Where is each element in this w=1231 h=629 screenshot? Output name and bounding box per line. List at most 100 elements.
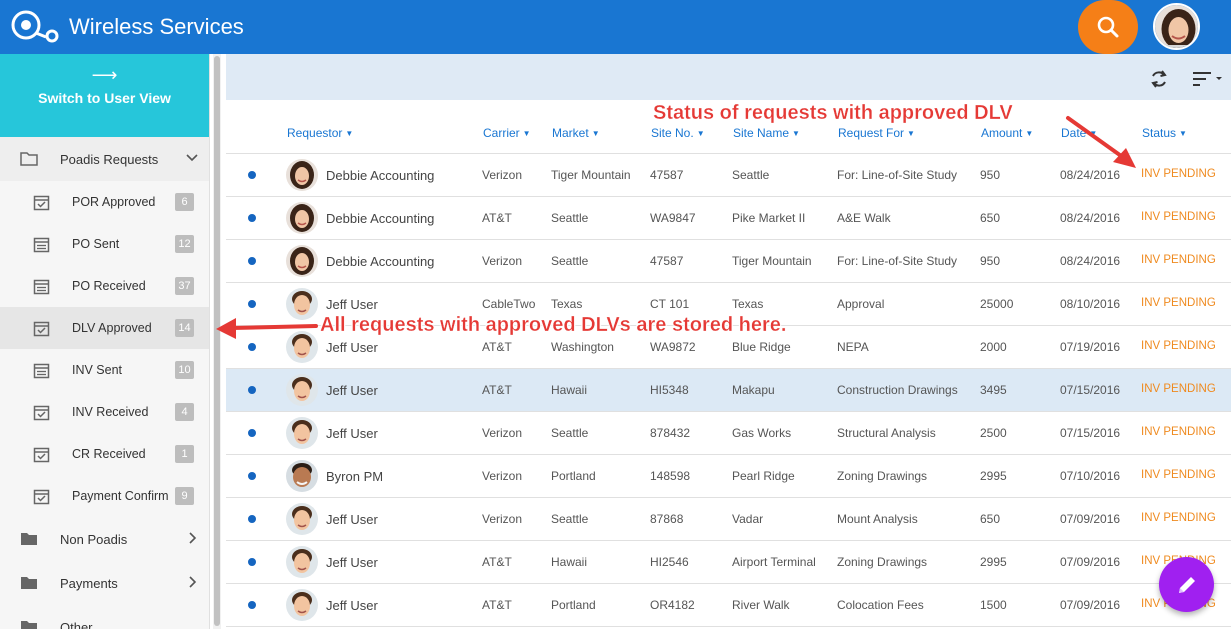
nav-group-payments[interactable]: Payments — [0, 561, 209, 605]
sidebar-item-por-approved[interactable]: POR Approved 6 — [0, 181, 209, 223]
requestor-name: Jeff User — [326, 512, 378, 527]
column-header-carrier[interactable]: Carrier ▼ — [483, 126, 531, 140]
sort-caret-icon: ▼ — [1089, 129, 1098, 138]
sidebar-item-inv-received[interactable]: INV Received 4 — [0, 391, 209, 433]
sidebar-item-payment-confirm[interactable]: Payment Confirm 9 — [0, 475, 209, 517]
nav-group-poadis-requests[interactable]: Poadis Requests — [0, 137, 209, 181]
requestor-name: Debbie Accounting — [326, 254, 435, 269]
compose-fab-button[interactable] — [1159, 557, 1214, 612]
nav-group-label: Payments — [60, 575, 118, 591]
female-avatar-icon — [1155, 5, 1198, 48]
column-header-site-no[interactable]: Site No. ▼ — [651, 126, 705, 140]
sort-icon[interactable] — [1191, 71, 1227, 87]
sidebar-item-cr-received[interactable]: CR Received 1 — [0, 433, 209, 475]
nav-group-other[interactable]: Other — [0, 605, 209, 629]
column-header-amount[interactable]: Amount ▼ — [981, 126, 1033, 140]
nav-group-non-poadis[interactable]: Non Poadis — [0, 517, 209, 561]
column-header-date[interactable]: Date ▼ — [1061, 126, 1097, 140]
requestor-avatar — [286, 589, 318, 621]
search-button[interactable] — [1078, 0, 1138, 54]
date-cell: 08/24/2016 — [1060, 254, 1121, 268]
table-row[interactable]: Jeff User Verizon Seattle 87868 Vadar Mo… — [226, 498, 1231, 541]
status-annotation-text: Status of requests with approved DLV — [653, 102, 1013, 124]
request-for-cell: For: Line-of-Site Study — [837, 168, 958, 182]
table-row[interactable]: Debbie Accounting Verizon Seattle 47587 … — [226, 240, 1231, 283]
column-header-market[interactable]: Market ▼ — [552, 126, 600, 140]
sort-caret-icon: ▼ — [696, 129, 705, 138]
site-name-cell: Blue Ridge — [732, 340, 791, 354]
dlv-annotation-text: All requests with approved DLVs are stor… — [320, 314, 787, 336]
scrollbar-thumb[interactable] — [214, 56, 220, 626]
unread-dot-icon — [248, 515, 256, 523]
site-name-cell: Seattle — [732, 168, 770, 182]
amount-cell: 2000 — [980, 340, 1007, 354]
status-badge: INV PENDING — [1141, 469, 1216, 481]
sidebar-item-po-received[interactable]: PO Received 37 — [0, 265, 209, 307]
header-label: Site No. — [651, 126, 694, 140]
table-row[interactable]: Jeff User Verizon Seattle 878432 Gas Wor… — [226, 412, 1231, 455]
sidebar: ⟶ Switch to User View Poadis Requests PO… — [0, 54, 210, 629]
request-for-cell: Approval — [837, 297, 885, 311]
male-avatar-icon — [286, 417, 318, 449]
request-for-cell: Structural Analysis — [837, 426, 936, 440]
column-header-requestor[interactable]: Requestor ▼ — [287, 126, 353, 140]
column-header-site-name[interactable]: Site Name ▼ — [733, 126, 800, 140]
status-badge: INV PENDING — [1141, 168, 1216, 180]
site-no-cell: 47587 — [650, 254, 684, 268]
market-cell: Texas — [551, 297, 583, 311]
list-toolbar — [226, 54, 1231, 100]
table-row[interactable]: Jeff User AT&T Portland OR4182 River Wal… — [226, 584, 1231, 627]
requestor-avatar — [286, 331, 318, 363]
table-row[interactable]: Jeff User AT&T Hawaii HI2546 Airport Ter… — [226, 541, 1231, 584]
chevron-right-icon — [189, 576, 197, 588]
sidebar-item-dlv-approved[interactable]: DLV Approved 14 — [0, 307, 209, 349]
app-logo-icon — [11, 10, 59, 43]
unread-dot-icon — [248, 257, 256, 265]
unread-dot-icon — [248, 300, 256, 308]
carrier-cell: AT&T — [482, 340, 512, 354]
header-label: Status — [1142, 126, 1177, 140]
table-row[interactable]: Byron PM Verizon Portland 148598 Pearl R… — [226, 455, 1231, 498]
requestor-avatar — [286, 202, 318, 234]
calendar-check-icon — [33, 447, 50, 462]
date-cell: 07/09/2016 — [1060, 512, 1121, 526]
requestor-name: Jeff User — [326, 426, 378, 441]
user-avatar[interactable] — [1153, 3, 1200, 50]
sidebar-scrollbar[interactable] — [213, 54, 221, 629]
date-cell: 08/24/2016 — [1060, 168, 1121, 182]
sidebar-item-label: PO Sent — [72, 237, 120, 251]
table-row[interactable]: Debbie Accounting AT&T Seattle WA9847 Pi… — [226, 197, 1231, 240]
sidebar-item-po-sent[interactable]: PO Sent 12 — [0, 223, 209, 265]
calendar-list-icon — [33, 363, 50, 378]
male-avatar-icon — [286, 503, 318, 535]
sidebar-item-label: INV Received — [72, 405, 149, 419]
requestor-name: Jeff User — [326, 297, 378, 312]
count-badge: 37 — [175, 277, 194, 295]
sidebar-item-label: CR Received — [72, 447, 146, 461]
pencil-icon — [1178, 576, 1195, 593]
market-cell: Washington — [551, 340, 614, 354]
date-cell: 07/10/2016 — [1060, 469, 1121, 483]
sidebar-item-inv-sent[interactable]: INV Sent 10 — [0, 349, 209, 391]
table-row[interactable]: Debbie Accounting Verizon Tiger Mountain… — [226, 154, 1231, 197]
site-name-cell: Tiger Mountain — [732, 254, 812, 268]
nav-group-label: Poadis Requests — [60, 151, 159, 167]
nav-group-label: Other — [60, 619, 93, 629]
switch-to-user-view-button[interactable]: ⟶ Switch to User View — [0, 54, 209, 137]
market-cell: Seattle — [551, 254, 589, 268]
table-row[interactable]: Jeff User AT&T Hawaii HI5348 Makapu Cons… — [226, 369, 1231, 412]
requestor-avatar — [286, 245, 318, 277]
male-avatar-icon — [286, 589, 318, 621]
column-header-request-for[interactable]: Request For ▼ — [838, 126, 915, 140]
site-no-cell: HI2546 — [650, 555, 689, 569]
column-header-status[interactable]: Status ▼ — [1142, 126, 1187, 140]
calendar-check-icon — [33, 405, 50, 420]
sort-caret-icon: ▼ — [345, 129, 354, 138]
requestor-avatar — [286, 546, 318, 578]
refresh-icon[interactable] — [1149, 69, 1169, 89]
market-cell: Seattle — [551, 426, 589, 440]
site-no-cell: 47587 — [650, 168, 684, 182]
site-name-cell: Vadar — [732, 512, 764, 526]
switch-view-label: Switch to User View — [38, 90, 171, 106]
calendar-list-icon — [33, 279, 50, 294]
